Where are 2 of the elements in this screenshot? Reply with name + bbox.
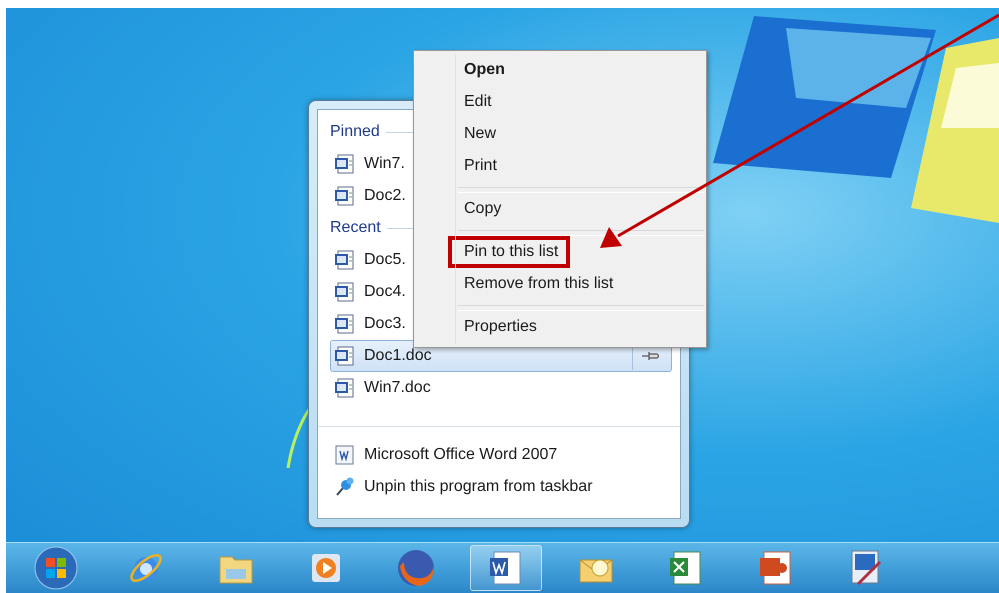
section-header: Pinned — [330, 123, 380, 141]
section-header: Recent — [330, 219, 381, 237]
